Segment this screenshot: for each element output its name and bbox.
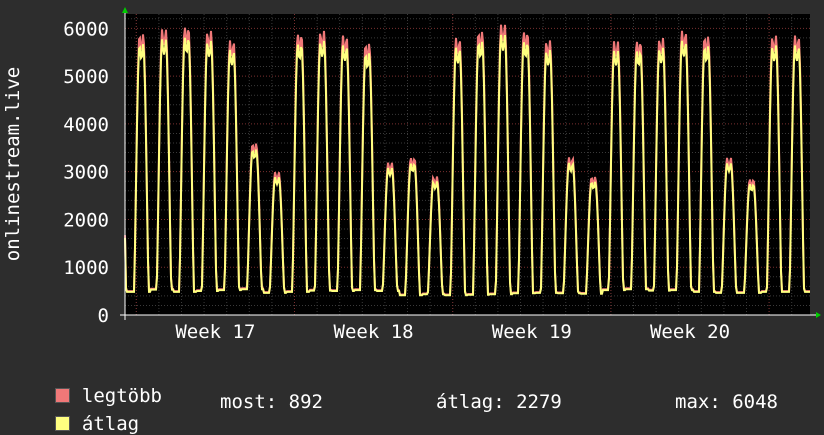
y-axis-label: onlinestream.live [2, 67, 24, 261]
x-tick-labels: Week 17 Week 18 Week 19 Week 20 [175, 321, 730, 343]
x-axis-arrow-icon [816, 312, 821, 318]
x-tick-label: Week 20 [650, 321, 730, 343]
y-tick-label: 1000 [63, 257, 109, 279]
y-tick-label: 4000 [63, 114, 109, 136]
x-tick-label: Week 17 [175, 321, 255, 343]
y-tick-label: 2000 [63, 209, 109, 231]
x-tick-label: Week 19 [492, 321, 572, 343]
legend-avg-label: átlag [81, 413, 140, 435]
traffic-chart: 0 1000 2000 3000 4000 5000 6000 Week 17 Week 18… [2, 7, 821, 343]
legend-avg: átlag [32, 391, 139, 435]
y-tick-label: 5000 [63, 66, 109, 88]
x-tick-label: Week 18 [334, 321, 414, 343]
stat-max: max: 6048 [675, 391, 778, 413]
y-tick-label: 6000 [63, 18, 109, 40]
legend-avg-swatch [54, 416, 70, 431]
y-tick-label: 0 [98, 305, 109, 327]
y-tick-labels: 0 1000 2000 3000 4000 5000 6000 [63, 18, 109, 327]
stat-avg: átlag: 2279 [436, 391, 562, 413]
y-axis-arrow-icon [122, 7, 128, 13]
y-tick-label: 3000 [63, 162, 109, 184]
stat-now: most: 892 [220, 391, 323, 413]
legend-max: legtöbb [32, 363, 162, 407]
